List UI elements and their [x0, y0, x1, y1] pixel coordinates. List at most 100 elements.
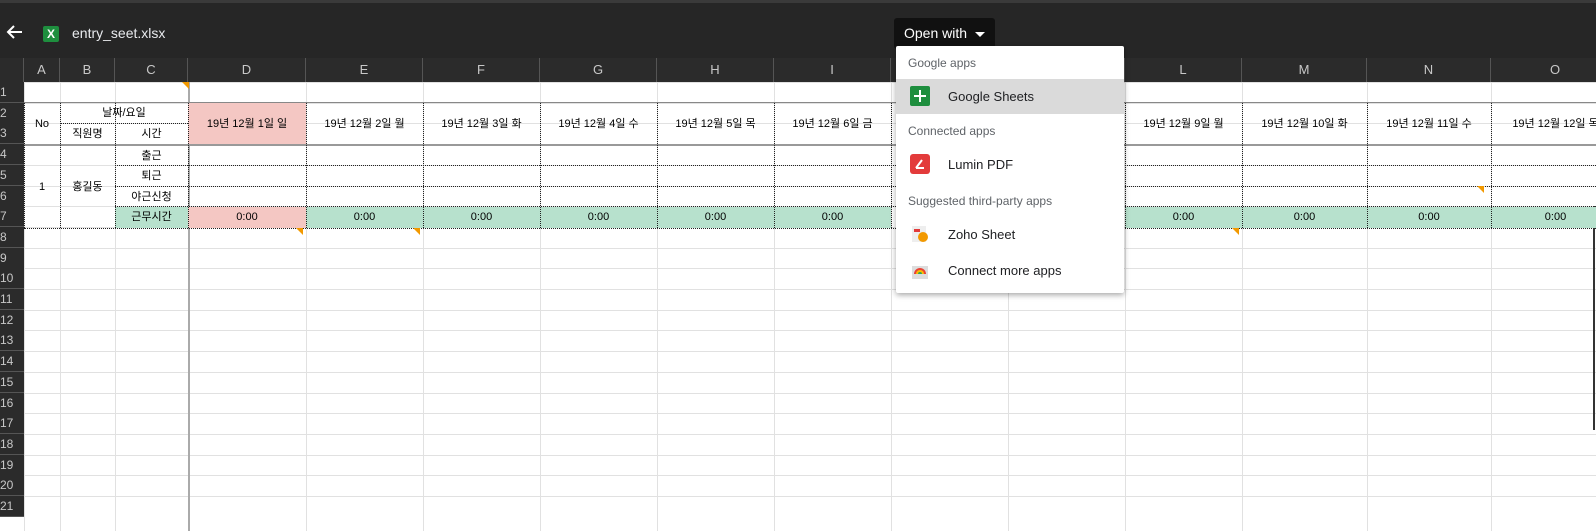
menu-item-google-sheets[interactable]: Google Sheets [896, 79, 1124, 114]
work-hours-total-cell[interactable]: 0:00 [1242, 207, 1367, 228]
cell-border [115, 186, 1596, 187]
cell-border [1125, 103, 1126, 228]
column-header[interactable]: M [1242, 58, 1367, 82]
column-header[interactable]: D [188, 58, 306, 82]
section-suggested-apps: Suggested third-party apps [908, 194, 1053, 208]
row-header[interactable]: 6 [0, 186, 24, 207]
column-header[interactable]: I [774, 58, 891, 82]
row-header[interactable]: 15 [0, 372, 24, 393]
row-header[interactable]: 10 [0, 268, 24, 289]
work-hours-total-cell[interactable]: 0:00 [1367, 207, 1491, 228]
column-header[interactable]: C [115, 58, 188, 82]
grid-line [24, 330, 1596, 331]
work-hours-label[interactable]: 근무시간 [115, 207, 188, 228]
row-header-label: 15 [0, 375, 14, 389]
row-header[interactable]: 3 [0, 123, 24, 144]
comment-indicator [182, 82, 189, 89]
row-header[interactable]: 11 [0, 289, 24, 310]
row-header[interactable]: 5 [0, 165, 24, 186]
night-request-label[interactable]: 야근신청 [115, 187, 188, 207]
cell-border [115, 103, 116, 228]
column-header[interactable]: N [1367, 58, 1491, 82]
corner-cell[interactable] [0, 58, 24, 82]
row-header-label: 19 [0, 458, 14, 472]
row-header[interactable]: 12 [0, 310, 24, 331]
row-header[interactable]: 13 [0, 330, 24, 351]
row-header[interactable]: 20 [0, 475, 24, 496]
row-number-cell[interactable]: 1 [24, 146, 60, 228]
scrollbar[interactable] [1593, 206, 1595, 430]
date-header-cell[interactable]: 19년 12월 3일 화 [423, 103, 540, 145]
date-header-cell[interactable]: 19년 12월 12일 목 [1491, 103, 1596, 145]
column-header[interactable]: G [540, 58, 657, 82]
header-date-weekday[interactable]: 날짜/요일 [60, 103, 188, 124]
column-header[interactable]: O [1491, 58, 1596, 82]
work-hours-total-cell[interactable]: 0:00 [1125, 207, 1242, 228]
row-header[interactable]: 7 [0, 206, 24, 227]
column-header[interactable]: A [24, 58, 60, 82]
header-time[interactable]: 시간 [115, 124, 188, 145]
clock-in-label[interactable]: 출근 [115, 146, 188, 166]
column-header[interactable]: E [306, 58, 423, 82]
column-header[interactable]: H [657, 58, 774, 82]
date-header-cell[interactable]: 19년 12월 10일 화 [1242, 103, 1367, 145]
row-header[interactable]: 17 [0, 413, 24, 434]
work-hours-total-cell[interactable]: 0:00 [774, 207, 891, 228]
comment-indicator [296, 228, 303, 235]
row-header[interactable]: 9 [0, 248, 24, 269]
back-arrow-icon[interactable] [4, 21, 26, 43]
caret-down-icon [975, 31, 986, 37]
employee-name-cell[interactable]: 홍길동 [60, 146, 115, 228]
date-header-cell[interactable]: 19년 12월 1일 일 [188, 103, 306, 145]
row-header[interactable]: 16 [0, 393, 24, 414]
row-header-label: 2 [0, 106, 7, 120]
header-employee[interactable]: 직원명 [60, 124, 115, 145]
menu-item-zoho-sheet[interactable]: Zoho Sheet [896, 217, 1124, 252]
date-header-cell[interactable]: 19년 12월 4일 수 [540, 103, 657, 145]
grid-line [24, 82, 1596, 83]
row-header[interactable]: 2 [0, 103, 24, 124]
work-hours-total-cell[interactable]: 0:00 [423, 207, 540, 228]
row-header-label: 3 [0, 126, 7, 140]
open-with-button[interactable]: Open with [894, 18, 996, 49]
section-connected-apps: Connected apps [908, 124, 996, 138]
work-hours-total-cell[interactable]: 0:00 [188, 207, 306, 228]
cell-border [60, 123, 188, 124]
comment-indicator [1477, 186, 1484, 193]
date-header-cell[interactable]: 19년 12월 9일 월 [1125, 103, 1242, 145]
excel-file-icon: X [43, 26, 59, 42]
row-header[interactable]: 19 [0, 455, 24, 476]
file-name: entry_seet.xlsx [72, 25, 166, 41]
row-header[interactable]: 21 [0, 496, 24, 517]
column-header[interactable]: B [60, 58, 115, 82]
row-header[interactable]: 1 [0, 82, 24, 103]
work-hours-total-cell[interactable]: 0:00 [540, 207, 657, 228]
row-header-label: 13 [0, 333, 14, 347]
clock-out-label[interactable]: 퇴근 [115, 166, 188, 187]
work-hours-total-cell[interactable]: 0:00 [657, 207, 774, 228]
row-header-label: 4 [0, 147, 7, 161]
grid-line [24, 455, 1596, 456]
cell-border [24, 228, 1596, 229]
date-header-cell[interactable]: 19년 12월 6일 금 [774, 103, 891, 145]
marketplace-icon [910, 260, 930, 280]
work-hours-total-cell[interactable]: 0:00 [1491, 207, 1596, 228]
row-header[interactable]: 4 [0, 144, 24, 165]
date-header-cell[interactable]: 19년 12월 11일 수 [1367, 103, 1491, 145]
column-header[interactable]: L [1125, 58, 1242, 82]
header-no[interactable]: No [24, 103, 60, 145]
row-header-label: 9 [0, 251, 7, 265]
date-header-cell[interactable]: 19년 12월 5일 목 [657, 103, 774, 145]
date-header-cell[interactable]: 19년 12월 2일 월 [306, 103, 423, 145]
grid-line [24, 413, 1596, 414]
spreadsheet-grid[interactable]: ABCDEFGHIJKLMNO 123456789101112131415161… [0, 58, 1596, 531]
column-header[interactable]: F [423, 58, 540, 82]
open-with-label: Open with [904, 25, 968, 41]
menu-item-connect-more[interactable]: Connect more apps [896, 253, 1124, 288]
row-header[interactable]: 14 [0, 351, 24, 372]
row-header[interactable]: 18 [0, 434, 24, 455]
cell-border [423, 103, 424, 228]
menu-item-lumin-pdf[interactable]: Lumin PDF [896, 147, 1124, 182]
row-header[interactable]: 8 [0, 227, 24, 248]
work-hours-total-cell[interactable]: 0:00 [306, 207, 423, 228]
